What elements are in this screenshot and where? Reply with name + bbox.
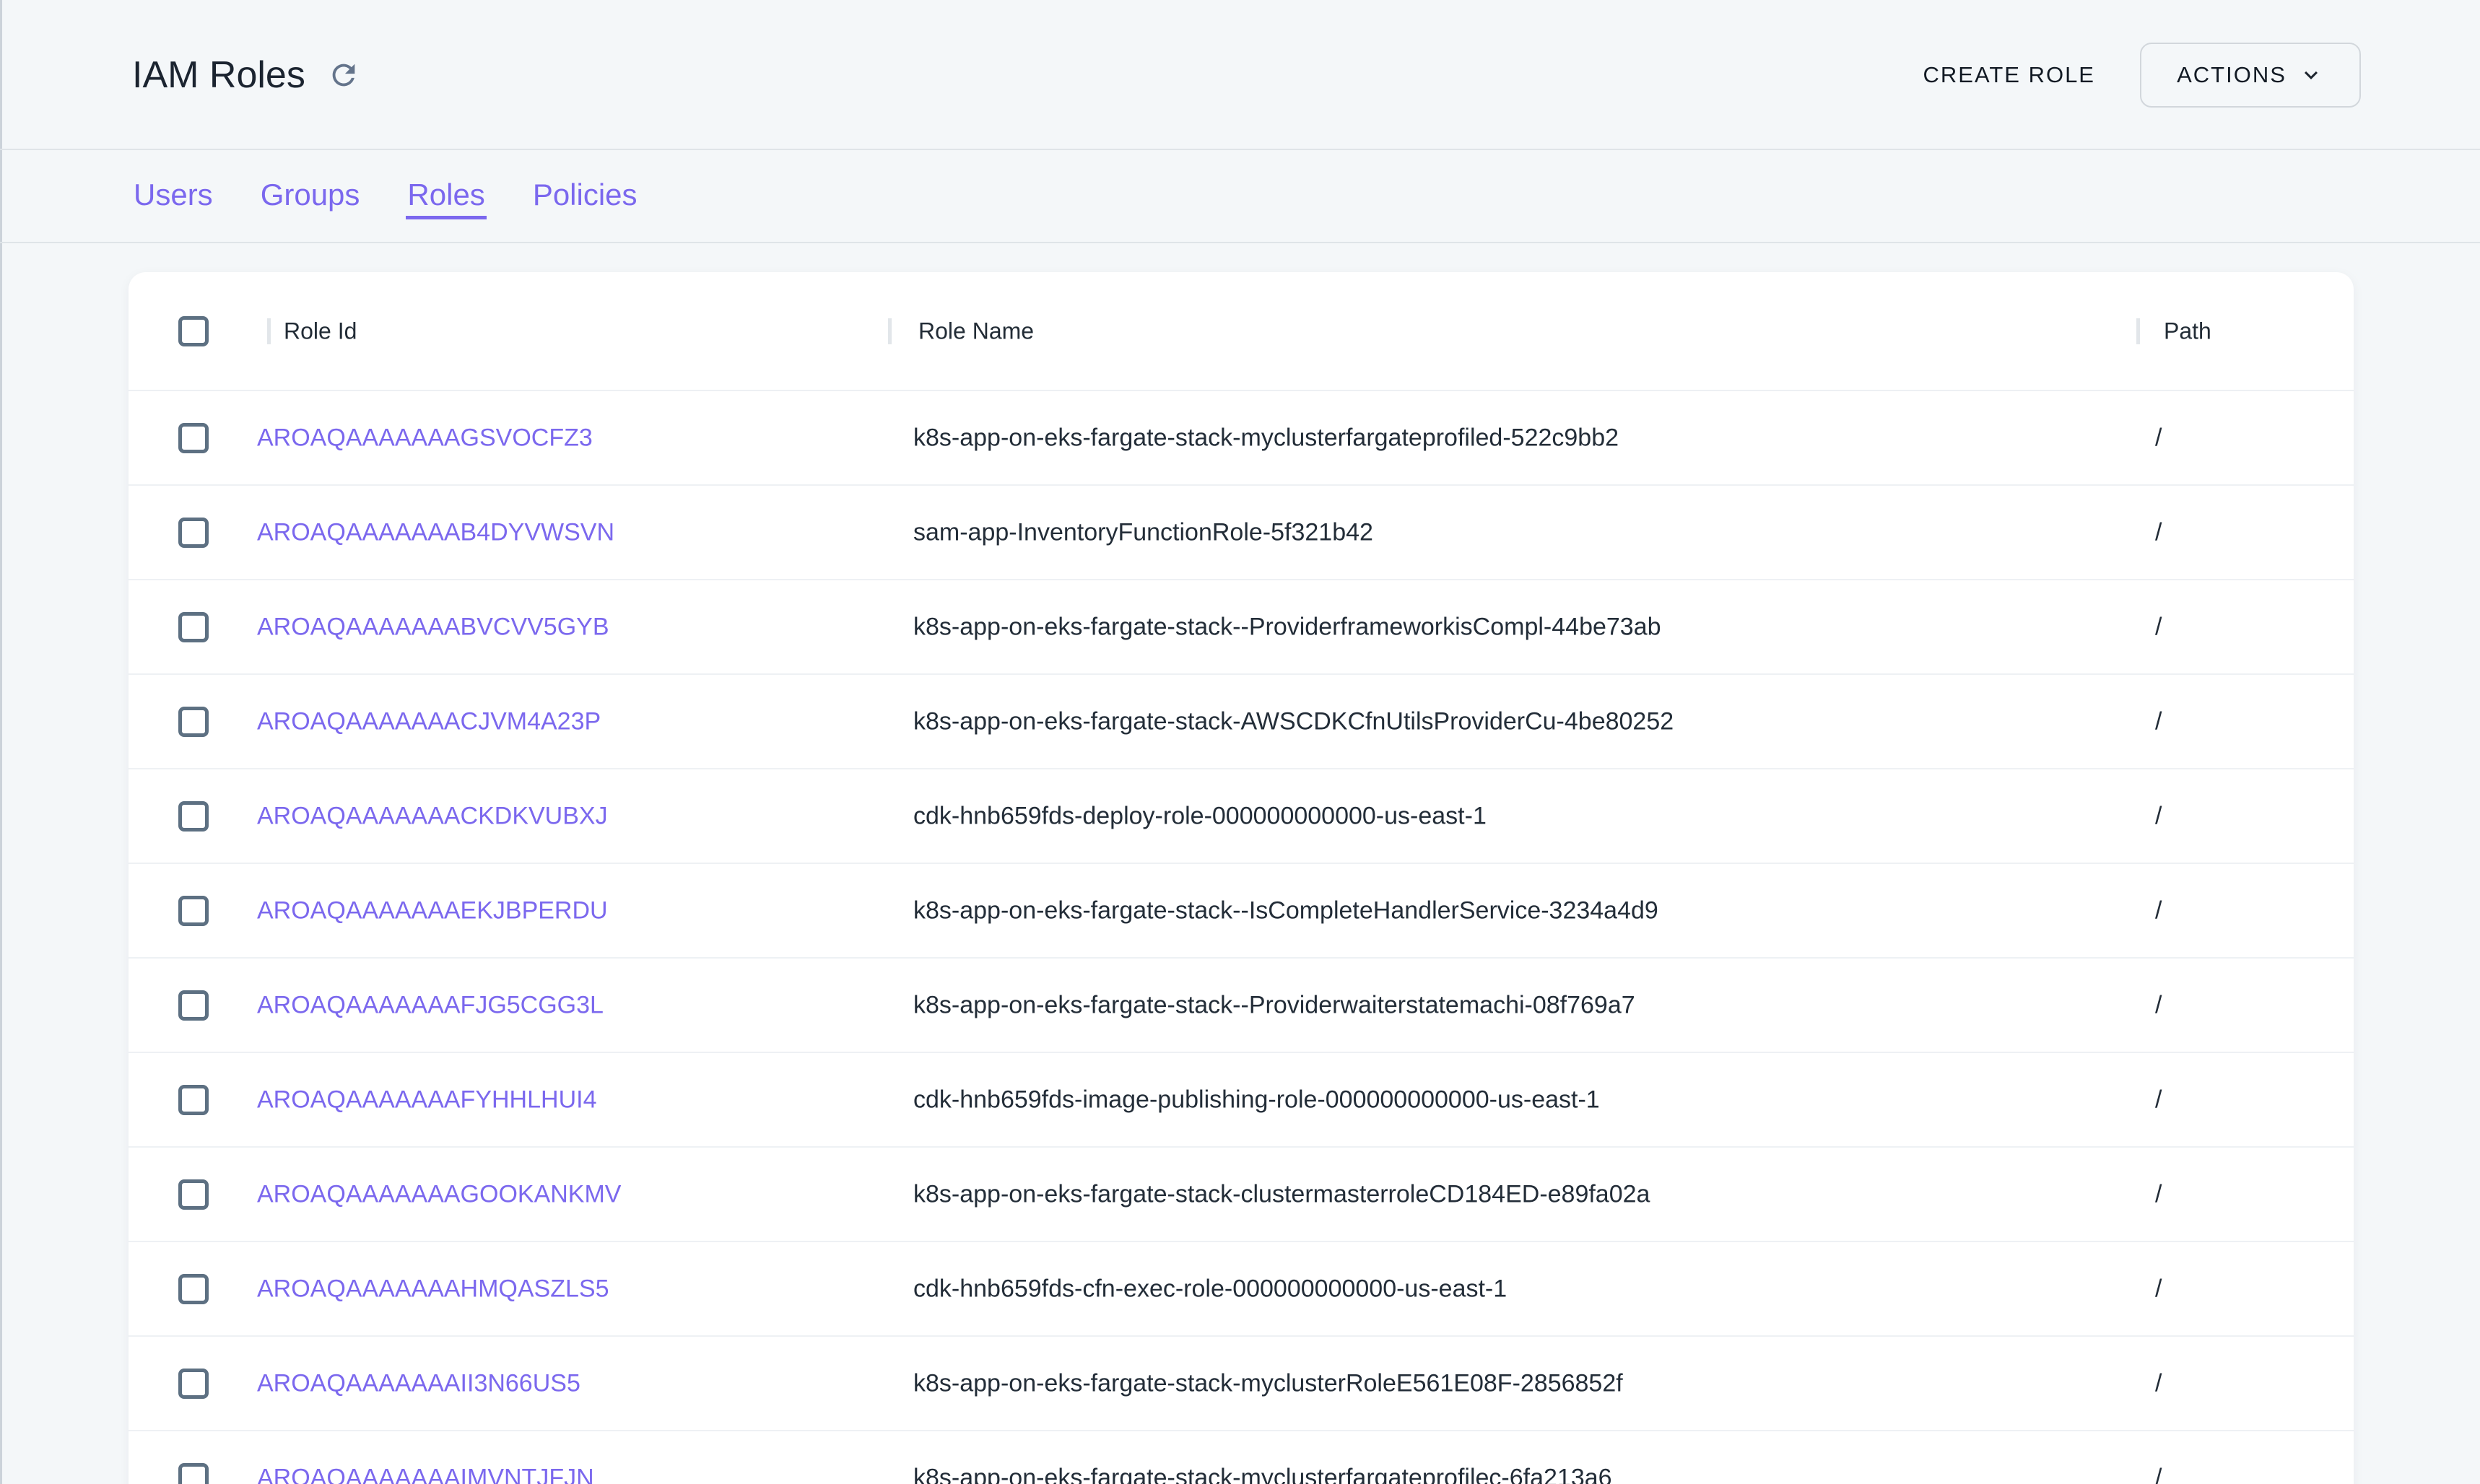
table-row: AROAQAAAAAAAB4DYVWSVN sam-app-InventoryFu… bbox=[129, 486, 2354, 580]
role-id-link[interactable]: AROAQAAAAAAAHMQASZLS5 bbox=[257, 1275, 609, 1303]
page-header: IAM Roles CREATE ROLE ACTIONS bbox=[0, 0, 2480, 150]
create-role-button[interactable]: CREATE ROLE bbox=[1923, 62, 2095, 88]
column-header-role-id: Role Id bbox=[284, 318, 357, 344]
role-path-cell: / bbox=[2155, 1464, 2162, 1484]
row-checkbox[interactable] bbox=[178, 801, 209, 832]
table-body: AROAQAAAAAAAGSVOCFZ3 k8s-app-on-eks-farga… bbox=[129, 391, 2354, 1484]
row-checkbox[interactable] bbox=[178, 1179, 209, 1210]
table-row: AROAQAAAAAAAEKJBPERDU k8s-app-on-eks-farg… bbox=[129, 864, 2354, 959]
role-id-link[interactable]: AROAQAAAAAAAEKJBPERDU bbox=[257, 896, 608, 925]
table-row: AROAQAAAAAAAFJG5CGG3L k8s-app-on-eks-farg… bbox=[129, 959, 2354, 1053]
table-header-row: Role Id Role Name Path bbox=[129, 272, 2354, 391]
role-name-cell: cdk-hnb659fds-image-publishing-role-0000… bbox=[913, 1086, 1600, 1114]
role-path-cell: / bbox=[2155, 518, 2162, 546]
role-name-cell: k8s-app-on-eks-fargate-stack--IsComplete… bbox=[913, 896, 1658, 925]
actions-button-label: ACTIONS bbox=[2177, 62, 2287, 88]
role-id-link[interactable]: AROAQAAAAAAAFJG5CGG3L bbox=[257, 991, 604, 1019]
role-name-cell: k8s-app-on-eks-fargate-stack-AWSCDKCfnUt… bbox=[913, 707, 1674, 736]
tab-policies[interactable]: Policies bbox=[531, 173, 639, 219]
row-checkbox[interactable] bbox=[178, 1274, 209, 1304]
row-checkbox[interactable] bbox=[178, 1463, 209, 1484]
row-checkbox[interactable] bbox=[178, 612, 209, 642]
role-id-link[interactable]: AROAQAAAAAAABVCVV5GYB bbox=[257, 613, 609, 641]
row-checkbox[interactable] bbox=[178, 423, 209, 453]
table-row: AROAQAAAAAAAIMVNTJFJN k8s-app-on-eks-farg… bbox=[129, 1431, 2354, 1484]
role-path-cell: / bbox=[2155, 1369, 2162, 1397]
role-id-link[interactable]: AROAQAAAAAAAIMVNTJFJN bbox=[257, 1464, 594, 1484]
chevron-down-icon bbox=[2298, 62, 2324, 88]
role-path-cell: / bbox=[2155, 802, 2162, 830]
role-name-cell: cdk-hnb659fds-cfn-exec-role-000000000000… bbox=[913, 1275, 1507, 1303]
row-checkbox[interactable] bbox=[178, 1369, 209, 1399]
role-path-cell: / bbox=[2155, 424, 2162, 452]
tab-users[interactable]: Users bbox=[132, 173, 214, 219]
tab-groups[interactable]: Groups bbox=[259, 173, 362, 219]
refresh-button[interactable] bbox=[327, 58, 360, 92]
role-name-cell: k8s-app-on-eks-fargate-stack--Providerwa… bbox=[913, 991, 1635, 1019]
role-name-cell: k8s-app-on-eks-fargate-stack-myclusterfa… bbox=[913, 424, 1619, 452]
role-id-link[interactable]: AROAQAAAAAAACJVM4A23P bbox=[257, 707, 601, 736]
role-name-cell: k8s-app-on-eks-fargate-stack-clustermast… bbox=[913, 1180, 1650, 1208]
row-checkbox[interactable] bbox=[178, 518, 209, 548]
role-path-cell: / bbox=[2155, 1275, 2162, 1303]
role-path-cell: / bbox=[2155, 1086, 2162, 1114]
row-checkbox[interactable] bbox=[178, 990, 209, 1021]
role-name-cell: k8s-app-on-eks-fargate-stack-myclusterRo… bbox=[913, 1369, 1623, 1397]
role-path-cell: / bbox=[2155, 991, 2162, 1019]
role-name-cell: k8s-app-on-eks-fargate-stack-myclusterfa… bbox=[913, 1464, 1612, 1484]
roles-table-card: Role Id Role Name Path AROAQAAAAAAAGSVOC… bbox=[129, 272, 2354, 1484]
role-name-cell: sam-app-InventoryFunctionRole-5f321b42 bbox=[913, 518, 1373, 546]
role-id-link[interactable]: AROAQAAAAAAAGSVOCFZ3 bbox=[257, 424, 593, 452]
table-row: AROAQAAAAAAACKDKVUBXJ cdk-hnb659fds-deplo… bbox=[129, 769, 2354, 864]
table-row: AROAQAAAAAAAHMQASZLS5 cdk-hnb659fds-cfn-e… bbox=[129, 1242, 2354, 1337]
column-header-role-name: Role Name bbox=[918, 318, 1034, 344]
role-id-link[interactable]: AROAQAAAAAAACKDKVUBXJ bbox=[257, 802, 608, 830]
row-checkbox[interactable] bbox=[178, 1085, 209, 1115]
role-path-cell: / bbox=[2155, 896, 2162, 925]
table-row: AROAQAAAAAAAGSVOCFZ3 k8s-app-on-eks-farga… bbox=[129, 391, 2354, 486]
table-row: AROAQAAAAAAACJVM4A23P k8s-app-on-eks-farg… bbox=[129, 675, 2354, 769]
page-title: IAM Roles bbox=[132, 53, 305, 97]
role-path-cell: / bbox=[2155, 613, 2162, 641]
role-id-link[interactable]: AROAQAAAAAAAB4DYVWSVN bbox=[257, 518, 614, 546]
column-header-path: Path bbox=[2164, 318, 2211, 344]
role-path-cell: / bbox=[2155, 1180, 2162, 1208]
row-checkbox[interactable] bbox=[178, 896, 209, 926]
row-checkbox[interactable] bbox=[178, 707, 209, 737]
column-divider bbox=[267, 318, 271, 344]
table-row: AROAQAAAAAAABVCVV5GYB k8s-app-on-eks-farg… bbox=[129, 580, 2354, 675]
actions-button[interactable]: ACTIONS bbox=[2140, 43, 2361, 108]
column-divider bbox=[888, 318, 892, 344]
role-path-cell: / bbox=[2155, 707, 2162, 736]
table-row: AROAQAAAAAAAGOOKANKMV k8s-app-on-eks-farg… bbox=[129, 1148, 2354, 1242]
role-id-link[interactable]: AROAQAAAAAAAII3N66US5 bbox=[257, 1369, 580, 1397]
tab-roles[interactable]: Roles bbox=[406, 173, 486, 219]
role-id-link[interactable]: AROAQAAAAAAAFYHHLHUI4 bbox=[257, 1086, 596, 1114]
role-name-cell: cdk-hnb659fds-deploy-role-000000000000-u… bbox=[913, 802, 1487, 830]
table-row: AROAQAAAAAAAFYHHLHUI4 cdk-hnb659fds-image… bbox=[129, 1053, 2354, 1148]
column-divider bbox=[2136, 318, 2140, 344]
select-all-checkbox[interactable] bbox=[178, 316, 209, 346]
tab-bar: Users Groups Roles Policies bbox=[0, 150, 2480, 243]
table-row: AROAQAAAAAAAII3N66US5 k8s-app-on-eks-farg… bbox=[129, 1337, 2354, 1431]
refresh-icon bbox=[327, 58, 360, 92]
role-id-link[interactable]: AROAQAAAAAAAGOOKANKMV bbox=[257, 1180, 621, 1208]
role-name-cell: k8s-app-on-eks-fargate-stack--Providerfr… bbox=[913, 613, 1661, 641]
